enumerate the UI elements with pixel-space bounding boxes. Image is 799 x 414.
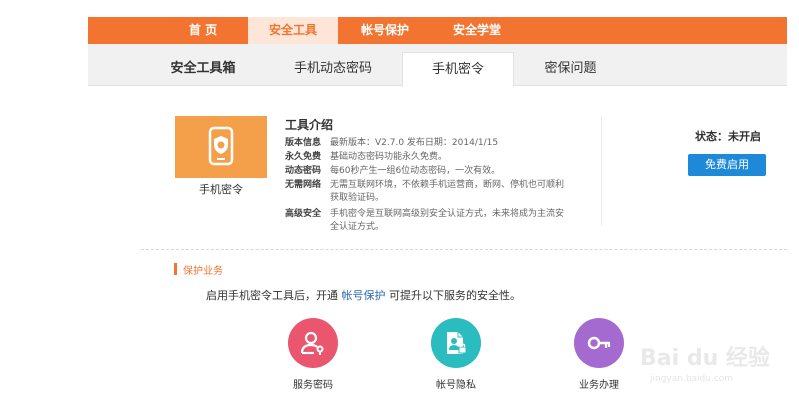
user-key-icon [300,331,324,355]
enable-free-button[interactable]: 免费启用 [688,154,766,176]
service-business-handling[interactable]: 业务办理 [564,318,634,391]
section-title: 保护业务 [183,266,223,277]
key-icon [587,336,611,350]
section-marker [174,263,177,275]
account-protection-link[interactable]: 帐号保护 [342,289,386,302]
service-description: 启用手机密令工具后，开通 帐号保护 可提升以下服务的安全性。 [206,287,521,303]
tool-name: 手机密令 [199,183,243,196]
service-icon-circle [288,318,338,368]
service-label: 服务密码 [293,380,333,391]
info-value: 每60秒产生一组6位动态密码，一次有效。 [330,166,501,176]
info-label: 永久免费 [285,152,322,162]
section-divider [141,249,787,250]
service-label: 帐号隐私 [436,380,476,391]
info-value: 手机密令是互联网高级别安全认证方式，未来将成为主流安全认证方式。 [330,209,565,232]
service-account-privacy[interactable]: 帐号隐私 [421,318,491,391]
info-label: 高级安全 [285,209,322,219]
nav-account-protection[interactable]: 帐号保护 [340,17,430,44]
phone-shield-icon [208,126,234,166]
tool-tile [175,116,267,178]
watermark-logo: Bai du 经验 [640,346,770,371]
info-label: 无需网络 [285,180,322,190]
document-lock-icon [447,332,467,354]
tab-mobile-dynamic-password[interactable]: 手机动态密码 [273,52,393,86]
tab-security-question[interactable]: 密保问题 [513,52,628,86]
service-password[interactable]: 服务密码 [278,318,348,391]
intro-title: 工具介绍 [285,118,334,132]
info-label: 动态密码 [285,166,322,176]
tab-security-toolbox[interactable]: 安全工具箱 [143,52,263,86]
info-value: 基础动态密码功能永久免费。 [330,152,448,162]
nav-security-tools[interactable]: 安全工具 [248,17,338,44]
info-value: 最新版本：V2.7.0 发布日期：2014/1/15 [330,138,499,148]
nav-security-school[interactable]: 安全学堂 [432,17,522,44]
desc-text-after: 可提升以下服务的安全性。 [385,289,521,302]
watermark-url: jingyan.baidu.com [650,374,734,384]
service-icon-circle [431,318,481,368]
desc-text-before: 启用手机密令工具后，开通 [206,289,342,302]
info-label: 版本信息 [285,138,322,148]
watermark: Bai du 经验 jingyan.baidu.com [640,330,775,400]
vertical-divider [601,116,602,226]
sub-tabs: 安全工具箱 手机动态密码 手机密令 密保问题 [88,44,787,87]
tab-mobile-token[interactable]: 手机密令 [402,52,514,87]
top-nav: 首 页 安全工具 帐号保护 安全学堂 [88,17,787,44]
service-icon-circle [574,318,624,368]
status-text: 状态：未开启 [695,130,761,143]
nav-home[interactable]: 首 页 [173,17,233,44]
service-label: 业务办理 [579,380,619,391]
info-value: 无需互联网环境，不依赖手机运营商，断网、停机也可顺利获取验证码。 [330,180,565,203]
